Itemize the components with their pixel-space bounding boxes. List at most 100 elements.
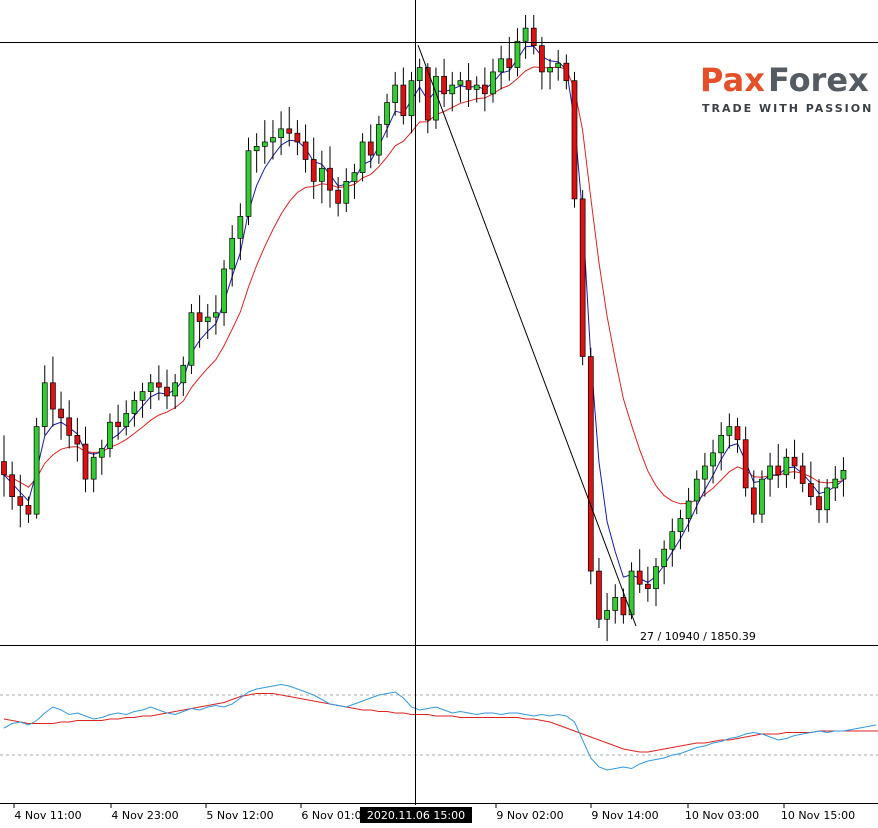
candle-body: [359, 141, 366, 173]
candle-body: [596, 570, 602, 620]
candle-body: [335, 189, 341, 204]
candle-body: [490, 71, 496, 95]
candle: [245, 137, 252, 226]
candle-body: [571, 80, 578, 200]
price-chart[interactable]: 4 Nov 11:00 4 Nov 23:00 5 Nov 12:00 6 Nov 0…: [0, 0, 878, 828]
candle-body: [237, 216, 244, 239]
x-tick-label: 6 Nov 01:00: [301, 809, 368, 822]
candle-body: [653, 566, 659, 589]
candle-body: [587, 356, 594, 572]
candle-body: [270, 137, 276, 143]
candle-body: [294, 132, 301, 143]
candle-body: [620, 596, 627, 616]
candle-body: [449, 84, 456, 95]
candle-body: [465, 80, 472, 90]
candle-body: [229, 237, 236, 270]
candle-body: [718, 434, 725, 454]
candle-body: [172, 382, 178, 397]
candle-body: [123, 413, 130, 427]
candle-body: [473, 84, 480, 90]
candle-body: [482, 84, 488, 95]
candle-body: [457, 80, 464, 86]
candle-body: [261, 141, 268, 147]
candle-body: [351, 172, 358, 182]
candle-body: [677, 518, 684, 533]
candle-body: [832, 478, 839, 489]
candle: [579, 190, 586, 366]
candle-body: [367, 141, 374, 156]
candle-body: [147, 382, 154, 392]
logo-part2: Forex: [768, 61, 869, 99]
candle-body: [286, 128, 293, 134]
paxforex-logo: Pax Forex TRADE WITH PASSION: [700, 61, 873, 115]
x-tick-label: 4 Nov 11:00: [14, 809, 81, 822]
candle-body: [775, 465, 782, 476]
candle-body: [685, 500, 692, 519]
logo-part1: Pax: [700, 61, 765, 99]
candle-body: [400, 84, 407, 117]
candle-body: [734, 426, 741, 441]
x-tick-label: 4 Nov 23:00: [111, 809, 178, 822]
crosshair-time-label: 2020.11.06 15:00: [367, 809, 465, 822]
candle: [587, 347, 594, 585]
candle-body: [555, 62, 562, 68]
candle-body: [840, 470, 847, 480]
candle-body: [522, 27, 529, 42]
candle-body: [563, 62, 570, 82]
candle-body: [50, 382, 56, 410]
candle-body: [824, 487, 831, 511]
candle-body: [213, 312, 219, 318]
candle-body: [98, 448, 105, 458]
candle-body: [807, 483, 814, 497]
candle: [571, 71, 578, 208]
candle-body: [107, 421, 113, 449]
candle-body: [669, 531, 676, 550]
candle-body: [530, 27, 537, 46]
candle-body: [759, 478, 765, 515]
candle-body: [791, 456, 798, 467]
candle-body: [9, 474, 15, 497]
candle-body: [156, 382, 162, 388]
candle-body: [783, 456, 790, 476]
candle-body: [579, 198, 586, 357]
candle-body: [82, 443, 89, 480]
candle-body: [343, 181, 350, 204]
candle-body: [33, 426, 40, 515]
x-tick-label: 9 Nov 14:00: [591, 809, 658, 822]
candle-body: [327, 167, 333, 191]
candle-body: [636, 570, 643, 585]
candle-body: [41, 382, 48, 427]
candle-body: [25, 505, 32, 515]
candle-body: [726, 426, 733, 436]
candle-body: [416, 67, 423, 82]
candle-body: [188, 312, 195, 366]
candle-body: [90, 456, 97, 480]
fibo-label: 27 / 10940 / 1850.39: [640, 630, 756, 643]
candle-body: [302, 141, 309, 160]
candle-body: [245, 150, 252, 217]
candle-body: [514, 40, 521, 68]
candle-body: [253, 146, 260, 152]
candle-body: [408, 80, 415, 117]
candle-body: [376, 124, 382, 156]
candle-body: [74, 434, 81, 445]
candle-body: [702, 465, 708, 480]
candle-body: [319, 167, 325, 182]
candle-body: [441, 75, 447, 95]
x-tick-label: 10 Nov 15:00: [781, 809, 855, 822]
candle: [33, 417, 40, 519]
candle-body: [539, 45, 545, 73]
candle-body: [506, 58, 513, 68]
candle-body: [310, 159, 317, 182]
candle-body: [58, 408, 64, 419]
candle-body: [221, 268, 227, 314]
candle-body: [547, 67, 553, 73]
candle-body: [604, 610, 610, 620]
candle-body: [66, 417, 73, 436]
candle-body: [392, 84, 399, 103]
candle-body: [384, 102, 390, 125]
candle-body: [180, 364, 187, 384]
logo-tagline: TRADE WITH PASSION: [702, 102, 873, 115]
candle-body: [644, 583, 651, 589]
candle-body: [612, 596, 619, 611]
